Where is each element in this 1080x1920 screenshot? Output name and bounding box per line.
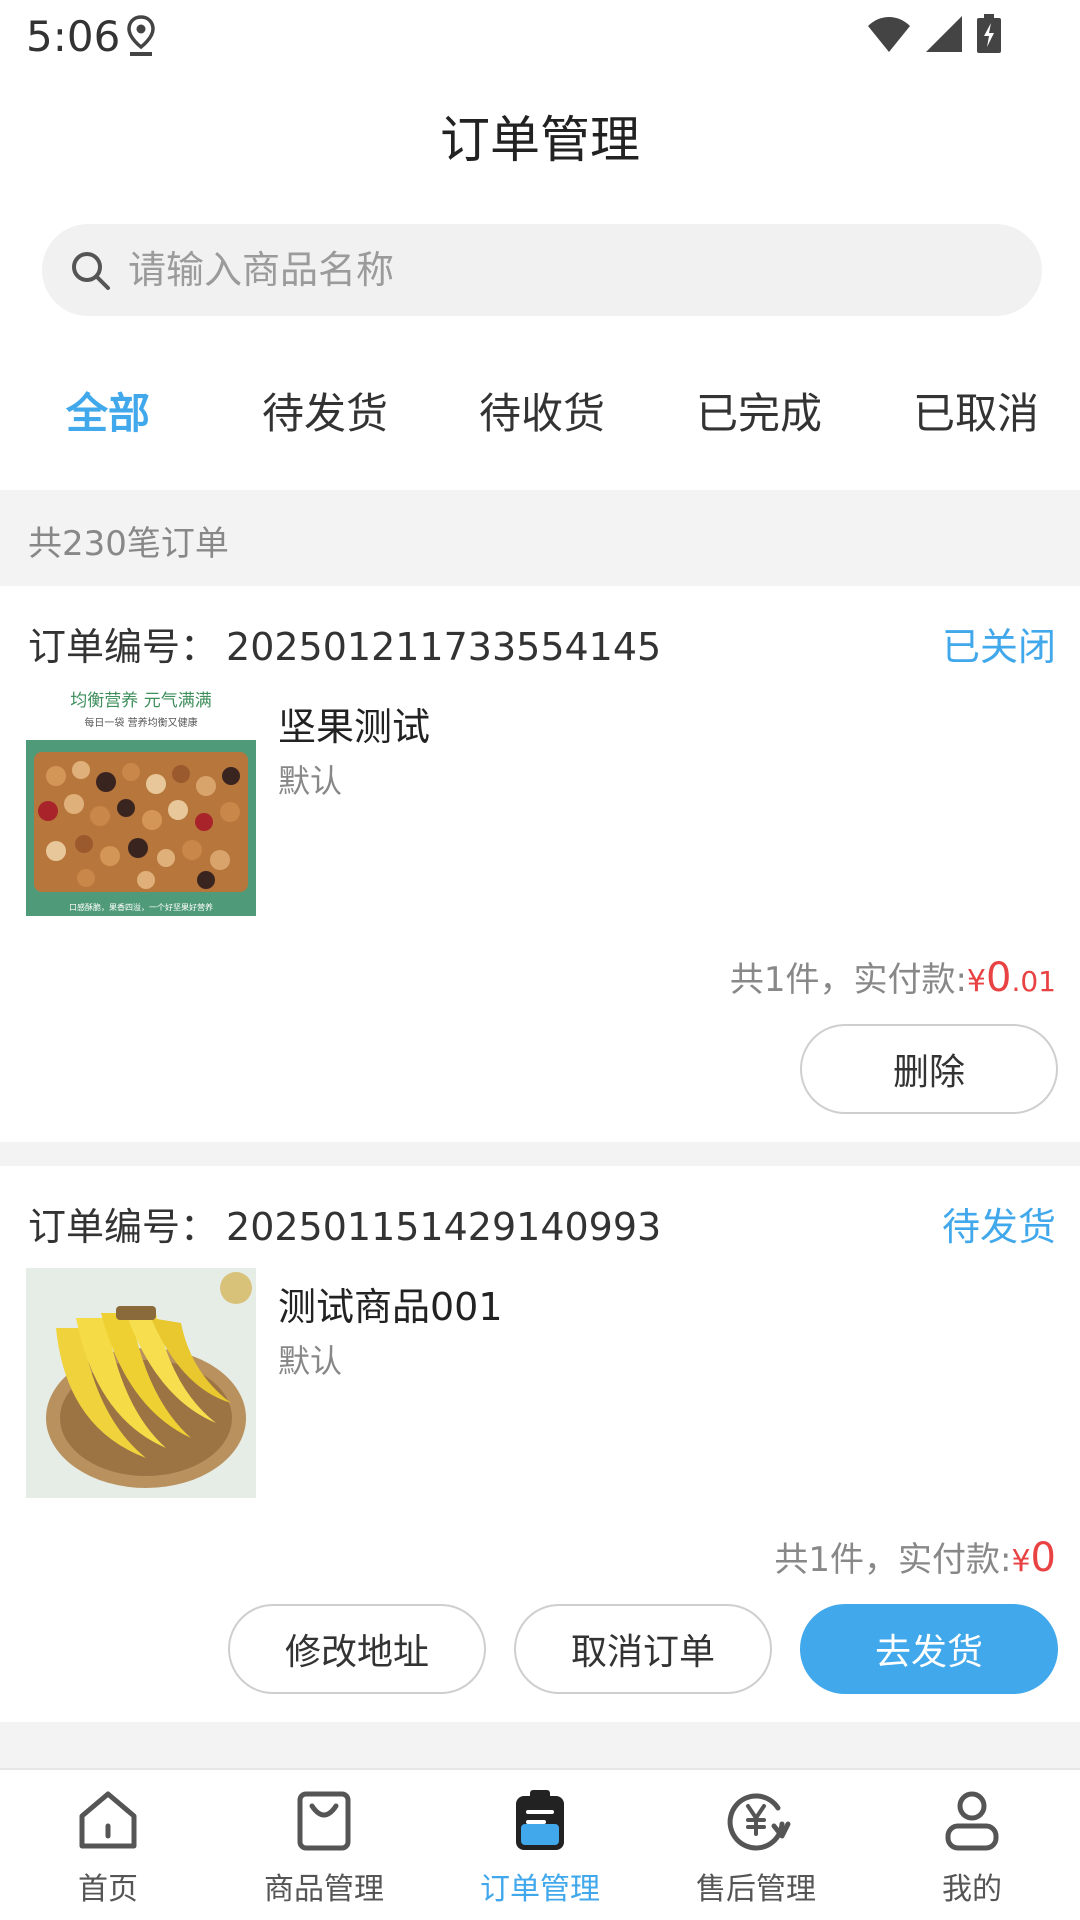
order-price-summary: 共1件，实付款:¥0 xyxy=(774,1532,1056,1581)
bottom-nav: 首页 商品管理 订单管理 售后管理 我的 xyxy=(0,1768,1080,1920)
nav-after-sales[interactable]: 售后管理 xyxy=(648,1784,864,1908)
order-card[interactable]: 订单编号： 202501151429140993 待发货 测试商品001 默认 共… xyxy=(0,1166,1080,1722)
order-price-summary: 共1件，实付款:¥0.01 xyxy=(730,952,1056,1001)
delete-order-button[interactable]: 删除 xyxy=(800,1024,1058,1114)
image-banner-title: 均衡营养 元气满满 xyxy=(70,691,211,711)
nav-orders-label: 订单管理 xyxy=(480,1872,600,1907)
image-footer-text: 口感酥脆，果香四溢，一个好坚果好营养 xyxy=(69,902,213,912)
modify-address-button[interactable]: 修改地址 xyxy=(228,1604,486,1694)
order-number-value: 202501151429140993 xyxy=(226,1205,662,1249)
user-icon xyxy=(945,1791,999,1851)
order-card[interactable]: 订单编号： 202501211733554145 已关闭 均衡营养 元气满满 每日… xyxy=(0,586,1080,1142)
order-number: 订单编号： 202501211733554145 xyxy=(28,616,661,671)
order-count: 共230笔订单 xyxy=(28,524,229,564)
search-bar[interactable] xyxy=(42,224,1042,316)
clipboard-icon xyxy=(516,1790,564,1850)
order-number-label: 订单编号： xyxy=(28,625,219,669)
nav-profile-label: 我的 xyxy=(942,1872,1002,1907)
home-icon xyxy=(79,1791,137,1849)
shopping-bag-icon xyxy=(297,1791,351,1851)
order-status-badge: 已关闭 xyxy=(941,625,1056,669)
location-icon xyxy=(126,14,156,62)
tab-all[interactable]: 全部 xyxy=(66,380,150,441)
battery-charging-icon xyxy=(976,14,1002,58)
divider xyxy=(0,1142,1080,1166)
order-status-tabs: 全部 待发货 待收货 已完成 已取消 xyxy=(0,380,1080,444)
order-number-value: 202501211733554145 xyxy=(226,625,662,669)
tab-completed[interactable]: 已完成 xyxy=(696,380,822,441)
ship-order-button[interactable]: 去发货 xyxy=(800,1604,1058,1694)
nav-profile[interactable]: 我的 xyxy=(864,1784,1080,1908)
tab-pending-shipment[interactable]: 待发货 xyxy=(262,380,388,441)
search-icon xyxy=(72,252,110,290)
order-number: 订单编号： 202501151429140993 xyxy=(28,1196,661,1251)
price-prefix: 共1件，实付款: xyxy=(774,1540,1012,1580)
tab-cancelled[interactable]: 已取消 xyxy=(913,380,1039,441)
image-banner-subtitle: 每日一袋 营养均衡又健康 xyxy=(84,716,197,729)
price-prefix: 共1件，实付款: xyxy=(729,960,967,1000)
order-number-label: 订单编号： xyxy=(28,1205,219,1249)
search-input[interactable] xyxy=(128,248,988,292)
nav-home[interactable]: 首页 xyxy=(0,1784,216,1908)
product-name: 坚果测试 xyxy=(278,705,431,749)
nav-products[interactable]: 商品管理 xyxy=(216,1784,432,1908)
product-spec: 默认 xyxy=(278,1342,343,1380)
nav-products-label: 商品管理 xyxy=(264,1872,384,1907)
status-bar: 5:06 xyxy=(0,0,1080,80)
nav-orders[interactable]: 订单管理 xyxy=(432,1784,648,1908)
order-count-strip: 共230笔订单 xyxy=(0,490,1080,586)
currency-symbol: ¥ xyxy=(966,964,987,999)
wifi-icon xyxy=(866,14,912,58)
cancel-order-button[interactable]: 取消订单 xyxy=(514,1604,772,1694)
price-integer: 0 xyxy=(1030,1535,1056,1581)
currency-symbol: ¥ xyxy=(1011,1544,1031,1579)
page-title: 订单管理 xyxy=(440,111,640,169)
tab-pending-receipt[interactable]: 待收货 xyxy=(479,380,605,441)
product-image-bananas[interactable] xyxy=(26,1268,256,1498)
product-name: 测试商品001 xyxy=(278,1285,503,1329)
order-status-badge: 待发货 xyxy=(941,1205,1056,1249)
product-image-nuts[interactable]: 均衡营养 元气满满 每日一袋 营养均衡又健康 口感酥脆，果香四溢，一个好坚果好营… xyxy=(26,686,256,916)
nav-after-sales-label: 售后管理 xyxy=(696,1872,816,1907)
status-time: 5:06 xyxy=(26,12,121,61)
nav-home-label: 首页 xyxy=(78,1872,138,1907)
signal-icon xyxy=(924,14,964,58)
product-spec: 默认 xyxy=(278,762,343,800)
yuan-refund-icon xyxy=(727,1793,791,1851)
price-integer: 0 xyxy=(986,955,1012,1001)
price-decimal: .01 xyxy=(1011,965,1056,998)
divider xyxy=(0,1722,1080,1768)
